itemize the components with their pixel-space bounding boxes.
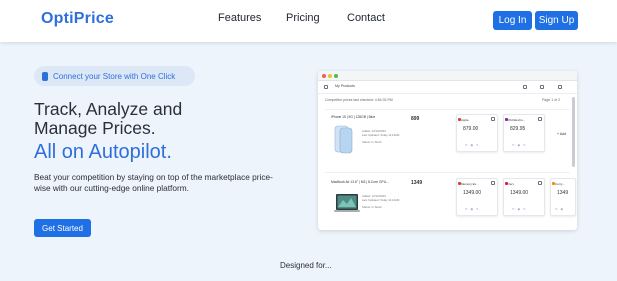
sync-icon [523,85,527,89]
designed-for-heading: Designed for... [280,261,332,270]
page-indicator: Page 1 of 2 [542,98,560,102]
preview-toolbar: My Products [318,81,577,94]
external-link-icon[interactable] [538,181,542,185]
settings-icon [558,85,562,89]
nav-features[interactable]: Features [218,12,261,24]
login-button[interactable]: Log In [493,11,532,30]
brand-logo[interactable]: OptiPrice [41,10,114,28]
menu-icon [324,85,328,89]
close-dot-icon [322,74,326,78]
meta-status: Status: In Stock [362,140,382,144]
competitor-name: Very [508,182,515,186]
maximize-dot-icon [334,74,338,78]
status-text: Competitor prices last checked: 4:54:33 … [325,98,393,102]
product-title: MacBook Air 13.6" | M3 | 8-Core GPU... [331,180,389,184]
connect-store-label: Connect your Store with One Click [53,71,176,81]
app-preview: My Products Competitor prices last check… [318,71,577,230]
competitor-name: Apple [461,118,469,122]
product-price: 1349 [411,180,423,186]
competitor-card[interactable]: Old Electro... 829.95 ↻◉✎ [503,114,545,152]
competitor-price: 1349.00 [463,190,482,196]
product-price: 899 [411,116,420,122]
external-link-icon[interactable] [491,117,495,121]
meta-status: Status: In Stock [362,205,382,209]
competitor-name: Curry... [555,182,565,186]
scrollbar[interactable] [572,97,575,167]
headline-accent: All on Autopilot. [34,141,172,163]
competitor-card[interactable]: Memory Ex... 1349.00 ↻◉✎ [456,178,498,216]
signup-button[interactable]: Sign Up [535,11,578,30]
competitor-price: 1349.00 [510,190,529,196]
mouse-icon [42,71,48,81]
competitor-price: 879.00 [463,126,479,132]
user-icon [540,85,544,89]
product-row: iPhone 15 | 5G | 128GB | Blue 899 Added:… [325,109,570,169]
laptop-icon [334,194,360,212]
headline-line-2: Manage Prices. [34,118,156,138]
competitor-card[interactable]: Apple 879.00 ↻◉✎ [456,114,498,152]
phone-icon [334,125,353,154]
product-row: MacBook Air 13.6" | M3 | 8-Core GPU... 1… [325,172,576,230]
window-titlebar [318,71,577,81]
card-actions-icon[interactable]: ↻◉✎ [512,143,529,147]
get-started-button[interactable]: Get Started [34,219,91,237]
connect-store-pill[interactable]: Connect your Store with One Click [34,66,195,86]
card-actions-icon[interactable]: ↻◉✎ [465,207,482,211]
competitor-price: 1349 [557,190,569,196]
product-meta: Added: 12/12/2023 Last Updated: Today 11… [362,129,399,144]
competitor-name: Old Electro... [508,118,526,122]
top-navbar: OptiPrice Features Pricing Contact Log I… [0,0,617,42]
external-link-icon[interactable] [491,181,495,185]
competitor-card[interactable]: Curry... 1349 ↻◉ [550,178,576,216]
external-link-icon[interactable] [538,117,542,121]
meta-updated: Last Updated: Today 11:12AM [362,133,400,137]
add-competitor-button[interactable]: + Add [557,132,566,136]
nav-pricing[interactable]: Pricing [286,12,320,24]
minimize-dot-icon [328,74,332,78]
competitor-price: 829.95 [510,126,526,132]
competitor-name: Memory Ex... [461,182,479,186]
hero-description: Beat your competition by staying on top … [34,172,273,193]
card-actions-icon[interactable]: ↻◉✎ [465,143,482,147]
meta-updated: Last Updated: Today 11:12AM [362,198,400,202]
preview-title: My Products [335,84,355,88]
competitor-card[interactable]: Very 1349.00 ↻◉✎ [503,178,545,216]
status-bar: Competitor prices last checked: 4:54:33 … [325,98,570,102]
headline-line-1: Track, Analyze and [34,99,183,119]
card-actions-icon[interactable]: ↻◉ [555,207,566,211]
card-actions-icon[interactable]: ↻◉✎ [512,207,529,211]
product-meta: Added: 12/12/2023 Last Updated: Today 11… [362,194,399,209]
nav-contact[interactable]: Contact [347,12,385,24]
product-title: iPhone 15 | 5G | 128GB | Blue [331,115,376,119]
